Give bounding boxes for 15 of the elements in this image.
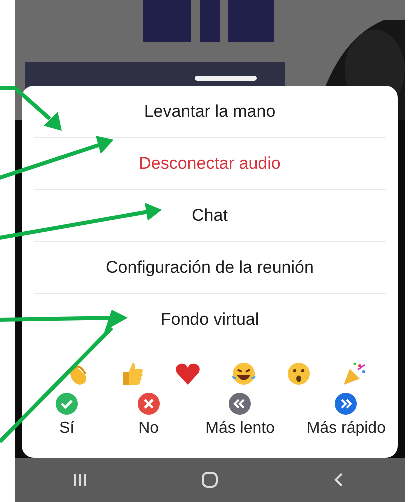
recent-apps-icon[interactable]	[72, 472, 88, 488]
feedback-button[interactable]: No	[124, 392, 174, 438]
feedback-button[interactable]: Sí	[42, 392, 92, 438]
drag-handle[interactable]	[195, 76, 257, 81]
arrow	[0, 86, 62, 131]
home-icon[interactable]	[200, 471, 219, 489]
laugh-icon[interactable]	[230, 360, 258, 388]
faster-icon	[334, 392, 358, 416]
no-icon	[136, 392, 161, 416]
menu-item[interactable]: Configuración de la reunión	[34, 242, 386, 294]
yes-icon	[55, 392, 79, 416]
slower-icon	[228, 392, 252, 416]
feedback-button[interactable]: Más lento	[206, 392, 275, 438]
feedback-button[interactable]: Más rápido	[306, 392, 386, 438]
menu-item[interactable]: Fondo virtual	[34, 294, 386, 346]
